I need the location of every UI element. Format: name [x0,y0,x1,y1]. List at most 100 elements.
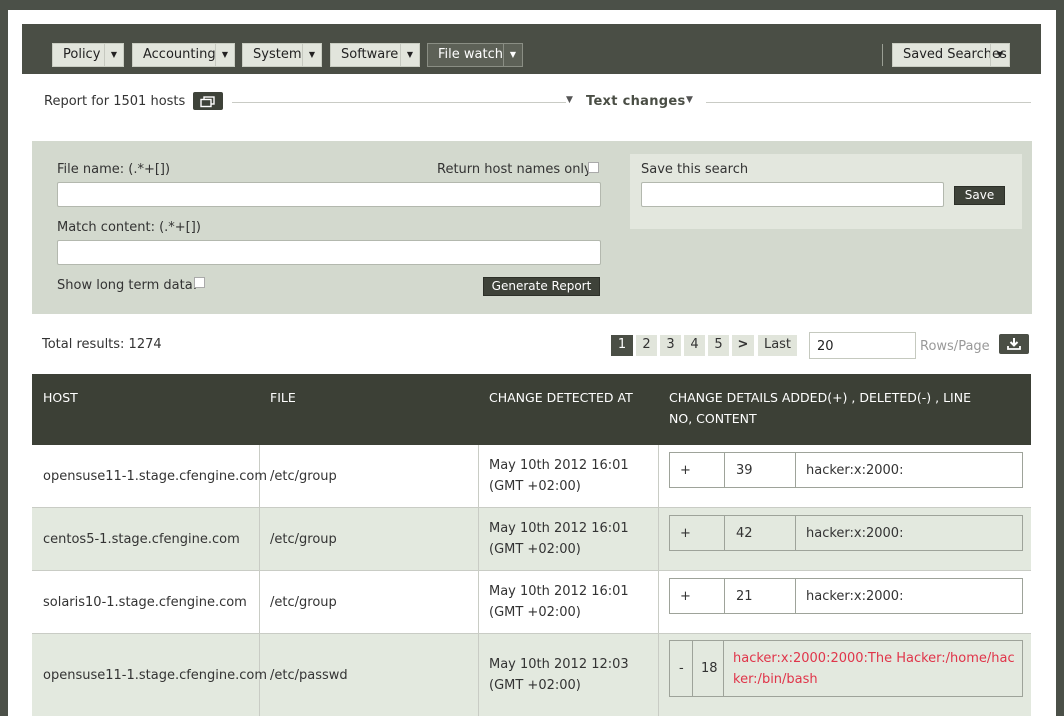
change-detail: + 39 hacker:x:2000: [669,452,1023,488]
host-cell[interactable]: opensuse11-1.stage.cfengine.com [43,665,267,686]
time-cell: May 10th 2012 12:03 (GMT +02:00) [489,657,629,693]
change-sign: + [680,463,691,478]
time-cell: May 10th 2012 16:01 (GMT +02:00) [489,584,629,620]
rows-per-page-label: Rows/Page [920,339,990,354]
host-cell[interactable]: opensuse11-1.stage.cfengine.com [43,466,267,487]
nav-software-label: Software [341,47,399,62]
match-content-input[interactable] [57,240,601,265]
nav-system-label: System [253,47,302,62]
detail-divider [795,516,796,550]
detail-divider [795,579,796,613]
column-divider [478,571,479,633]
change-detail: + 21 hacker:x:2000: [669,578,1023,614]
save-search-input[interactable] [641,182,944,207]
report-hosts-text: Report for 1501 hosts [44,94,186,109]
save-search-box: Save this search Save [630,154,1022,229]
page-2-button[interactable]: 2 [636,335,657,356]
saved-searches-button[interactable]: Saved Searches ▼ [892,43,1010,67]
detail-divider [724,453,725,487]
nav-filewatch-label: File watch [438,47,503,62]
detail-divider [724,579,725,613]
host-cell[interactable]: centos5-1.stage.cfengine.com [43,529,240,550]
total-results: Total results: 1274 [42,337,162,352]
line-number: 18 [701,661,718,676]
match-content-label: Match content: (.*+[]) [57,220,201,235]
window-button[interactable] [193,92,223,110]
chevron-down-icon[interactable]: ▼ [503,44,522,66]
divider-right [706,102,1031,103]
table-row: solaris10-1.stage.cfengine.com /etc/grou… [32,571,1031,634]
chevron-down-icon[interactable]: ▼ [104,44,123,66]
top-navbar: Policy ▼ Accounting ▼ System ▼ Software … [22,24,1041,74]
nav-accounting-button[interactable]: Accounting ▼ [132,43,235,67]
col-details-header[interactable]: CHANGE DETAILS ADDED(+) , DELETED(-) , L… [669,387,989,429]
nav-software-button[interactable]: Software ▼ [330,43,420,67]
section-title[interactable]: Text changes [586,94,686,109]
nav-divider [882,44,883,66]
report-header: Report for 1501 hosts ▼ Text changes ▼ [44,92,1034,112]
detail-divider [723,641,724,696]
page: Policy ▼ Accounting ▼ System ▼ Software … [8,10,1056,716]
column-divider [259,571,260,633]
chevron-down-icon[interactable]: ▼ [400,44,419,66]
col-host-header[interactable]: HOST [43,387,78,408]
column-divider [478,445,479,507]
col-time-header[interactable]: CHANGE DETECTED AT [489,387,633,408]
change-content: hacker:x:2000: [806,589,904,604]
generate-report-button[interactable]: Generate Report [483,277,600,296]
triangle-down-icon: ▼ [566,95,573,105]
change-sign: + [680,589,691,604]
detail-divider [724,516,725,550]
nav-system-button[interactable]: System ▼ [242,43,322,67]
file-cell: /etc/passwd [270,668,348,683]
page-3-button[interactable]: 3 [660,335,681,356]
nav-filewatch-button[interactable]: File watch ▼ [427,43,523,67]
download-icon [1007,338,1021,350]
table-header: HOST FILE CHANGE DETECTED AT CHANGE DETA… [32,374,1031,445]
change-detail: - 18 hacker:x:2000:2000:The Hacker:/home… [669,640,1023,697]
host-cell[interactable]: solaris10-1.stage.cfengine.com [43,592,247,613]
filter-panel: File name: (.*+[]) Return host names onl… [32,141,1032,314]
column-divider [658,445,659,507]
triangle-down-icon: ▼ [686,95,693,105]
nav-accounting-label: Accounting [143,47,216,62]
change-content: hacker:x:2000:2000:The Hacker:/home/hack… [733,651,1015,687]
download-button[interactable] [999,334,1029,354]
change-sign: - [679,661,684,676]
last-page-button[interactable]: Last [758,335,797,356]
file-name-input[interactable] [57,182,601,207]
detail-divider [795,453,796,487]
page-4-button[interactable]: 4 [684,335,705,356]
change-sign: + [680,526,691,541]
column-divider [658,634,659,716]
window-icon [200,96,215,108]
rows-per-page-input[interactable]: 20 [809,332,916,359]
next-page-button[interactable]: > [732,335,754,356]
col-file-header[interactable]: FILE [270,387,296,408]
chevron-down-icon[interactable]: ▼ [302,44,321,66]
detail-divider [692,641,693,696]
return-hosts-checkbox[interactable] [588,162,599,173]
page-1-button[interactable]: 1 [611,335,633,356]
time-cell: May 10th 2012 16:01 (GMT +02:00) [489,458,629,494]
line-number: 42 [736,526,753,541]
column-divider [259,508,260,570]
nav-policy-label: Policy [63,47,101,62]
chevron-down-icon[interactable]: ▼ [990,44,1009,66]
save-button[interactable]: Save [954,186,1005,205]
line-number: 21 [736,589,753,604]
file-cell: /etc/group [270,469,337,484]
column-divider [658,571,659,633]
line-number: 39 [736,463,753,478]
page-5-button[interactable]: 5 [708,335,729,356]
column-divider [478,508,479,570]
save-search-label: Save this search [641,162,749,177]
nav-policy-button[interactable]: Policy ▼ [52,43,124,67]
chevron-down-icon[interactable]: ▼ [215,44,234,66]
table-row: opensuse11-1.stage.cfengine.com /etc/pas… [32,634,1031,716]
long-term-label: Show long term data: [57,278,198,293]
divider-left [232,102,566,103]
long-term-checkbox[interactable] [194,277,205,288]
column-divider [658,508,659,570]
table-row: centos5-1.stage.cfengine.com /etc/group … [32,508,1031,571]
